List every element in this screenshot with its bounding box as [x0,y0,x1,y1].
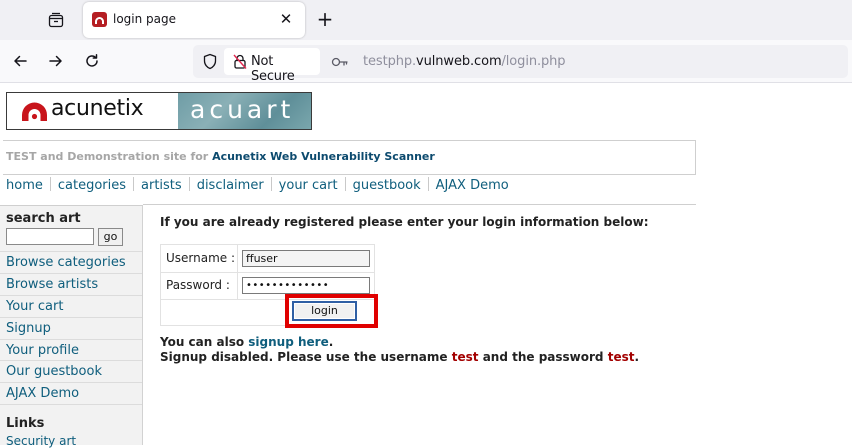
signup-prompt-prefix: You can also [160,335,245,349]
acuart-logo: acuart [178,93,311,129]
address-bar[interactable]: Not Secure testphp.vulnweb.com/login.php [193,45,848,84]
nav-disclaimer[interactable]: disclaimer [197,178,264,193]
tab-title: login page [113,12,177,26]
search-go-button[interactable]: go [98,228,123,246]
sidebar-item-label: Our guestbook [6,364,102,379]
acunetix-logo: acunetix [7,93,178,129]
nav-guestbook[interactable]: guestbook [353,178,421,193]
web-page: acunetix acuart TEST and Demonstration s… [0,84,852,448]
nav-rule [143,204,696,205]
nav-divider [270,177,272,191]
back-arrow-icon[interactable] [10,51,30,71]
nav-home[interactable]: home [6,178,43,193]
sidebar-item-browse-artists[interactable]: Browse artists [0,273,142,295]
nav-artists[interactable]: artists [141,178,182,193]
acuart-logo-text: acuart [190,95,295,124]
nav-divider [344,177,346,191]
signup-here-link[interactable]: signup here [248,335,328,349]
nav-your-cart[interactable]: your cart [279,178,338,193]
sidebar-item-our-guestbook[interactable]: Our guestbook [0,360,142,382]
url-path: /login.php [501,54,566,69]
nav-categories[interactable]: categories [58,178,126,193]
tagline-bar: TEST and Demonstration site for Acunetix… [3,140,696,175]
navigation-toolbar: Not Secure testphp.vulnweb.com/login.php [0,40,852,84]
login-button[interactable]: login [292,301,357,321]
disabled-suffix: . [634,350,640,364]
signup-prompt: You can also signup here. [160,335,333,349]
sidebar-link-security-art[interactable]: Security art [6,434,76,448]
search-art-input[interactable] [6,228,94,245]
top-navigation: home categories artists disclaimer your cart… [6,177,509,193]
url-text[interactable]: testphp.vulnweb.com/login.php [363,54,566,69]
new-tab-icon[interactable]: + [315,8,335,30]
acunetix-mark-icon [21,102,48,122]
disabled-mid: and the password [482,350,604,364]
sidebar-item-label: Browse categories [6,255,126,270]
insecure-lock-icon [232,53,248,70]
signup-disabled-message: Signup disabled. Please use the username… [160,350,639,364]
login-intro-text: If you are already registered please ent… [160,215,649,229]
search-art-title: search art [6,211,81,226]
sidebar-item-label: Browse artists [6,277,99,292]
permissions-key-icon[interactable] [331,54,349,68]
sidebar-item-your-cart[interactable]: Your cart [0,295,142,317]
url-host: vulnweb.com [416,54,502,69]
sidebar-item-your-profile[interactable]: Your profile [0,339,142,361]
tagline: TEST and Demonstration site for Acunetix… [6,150,435,163]
tagline-product-link[interactable]: Acunetix Web Vulnerability Scanner [212,150,435,163]
username-field[interactable]: ffuser [242,250,370,267]
disabled-prefix: Signup disabled. Please use the username [160,350,448,364]
sidebar-item-label: AJAX Demo [6,386,80,401]
links-title: Links [6,416,45,431]
nav-ajax-demo[interactable]: AJAX Demo [436,178,509,193]
password-label: Password : [166,278,230,292]
not-secure-label: Not Secure [251,54,295,84]
nav-divider [133,177,135,191]
sidebar-item-signup[interactable]: Signup [0,317,142,339]
sidebar-item-browse-categories[interactable]: Browse categories [0,251,142,273]
nav-divider [188,177,190,191]
site-favicon-icon [92,12,107,27]
tab-close-icon[interactable]: ✕ [277,10,295,28]
username-label: Username : [166,251,236,265]
url-subdomain: testphp. [363,54,417,69]
table-divider [161,272,374,273]
sidebar-item-label: Your profile [6,343,79,358]
acunetix-logo-text: acunetix [51,96,144,121]
tab-overview-icon[interactable] [45,9,67,31]
tagline-prefix: TEST and Demonstration site for [6,150,209,163]
sidebar-item-label: Signup [6,321,51,336]
test-username-hint: test [451,350,479,364]
not-secure-indicator[interactable]: Not Secure [224,48,320,84]
tab-bar: login page ✕ + [0,0,852,40]
nav-divider [49,177,51,191]
tracking-protection-shield-icon[interactable] [202,53,218,70]
forward-arrow-icon[interactable] [46,51,66,71]
sidebar-item-ajax-demo[interactable]: AJAX Demo [0,382,142,404]
sidebar-item-label: Your cart [6,299,64,314]
reload-icon[interactable] [82,51,102,71]
signup-prompt-suffix: . [328,335,334,349]
password-field[interactable]: ••••••••••••• [242,277,370,294]
active-tab[interactable]: login page ✕ [83,2,305,38]
site-logo[interactable]: acunetix acuart [6,92,312,130]
test-password-hint: test [607,350,635,364]
sidebar: search art go Browse categories Browse a… [0,205,143,448]
nav-divider [427,177,429,191]
